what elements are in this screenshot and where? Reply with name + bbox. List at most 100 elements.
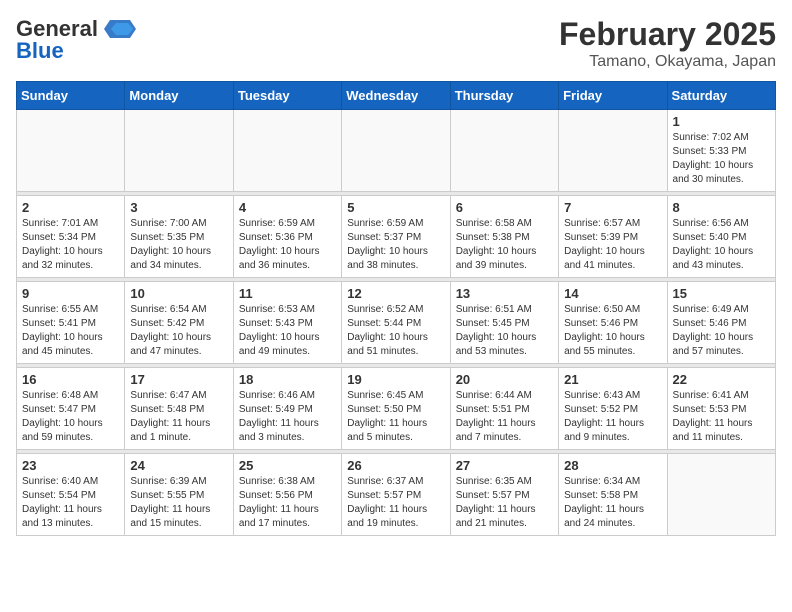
calendar-cell: 25 Sunrise: 6:38 AM Sunset: 5:56 PM Dayli… <box>233 454 341 536</box>
logo-blue-text: Blue <box>16 38 64 64</box>
calendar-cell: 5 Sunrise: 6:59 AM Sunset: 5:37 PM Daylig… <box>342 196 450 278</box>
calendar-cell: 23Sunrise: 6:40 AM Sunset: 5:54 PM Dayli… <box>17 454 125 536</box>
day-info: Sunrise: 6:58 AM Sunset: 5:38 PM Dayligh… <box>456 217 553 273</box>
calendar-cell: 21Sunrise: 6:43 AM Sunset: 5:52 PM Dayli… <box>559 368 667 450</box>
day-number: 4 <box>239 200 336 215</box>
calendar-cell: 1Sunrise: 7:02 AM Sunset: 5:33 PM Daylig… <box>667 110 775 192</box>
calendar-cell: 8 Sunrise: 6:56 AM Sunset: 5:40 PM Daylig… <box>667 196 775 278</box>
day-info: Sunrise: 6:37 AM Sunset: 5:57 PM Dayligh… <box>347 475 444 531</box>
calendar-week-2: 2Sunrise: 7:01 AM Sunset: 5:34 PM Daylig… <box>17 196 776 278</box>
day-info: Sunrise: 6:34 AM Sunset: 5:58 PM Dayligh… <box>564 475 661 531</box>
day-number: 13 <box>456 286 553 301</box>
title-block: February 2025 Tamano, Okayama, Japan <box>559 16 776 71</box>
calendar-cell <box>559 110 667 192</box>
day-info: Sunrise: 6:35 AM Sunset: 5:57 PM Dayligh… <box>456 475 553 531</box>
day-number: 5 <box>347 200 444 215</box>
day-number: 15 <box>673 286 770 301</box>
day-number: 27 <box>456 458 553 473</box>
calendar-cell: 3 Sunrise: 7:00 AM Sunset: 5:35 PM Daylig… <box>125 196 233 278</box>
location: Tamano, Okayama, Japan <box>559 53 776 71</box>
calendar-cell: 28 Sunrise: 6:34 AM Sunset: 5:58 PM Dayli… <box>559 454 667 536</box>
day-info: Sunrise: 6:51 AM Sunset: 5:45 PM Dayligh… <box>456 303 553 359</box>
day-info: Sunrise: 6:56 AM Sunset: 5:40 PM Dayligh… <box>673 217 770 273</box>
day-number: 16 <box>22 372 119 387</box>
day-info: Sunrise: 6:57 AM Sunset: 5:39 PM Dayligh… <box>564 217 661 273</box>
weekday-header-wednesday: Wednesday <box>342 82 450 110</box>
calendar-cell: 4 Sunrise: 6:59 AM Sunset: 5:36 PM Daylig… <box>233 196 341 278</box>
day-number: 11 <box>239 286 336 301</box>
calendar-cell: 24 Sunrise: 6:39 AM Sunset: 5:55 PM Dayli… <box>125 454 233 536</box>
day-number: 9 <box>22 286 119 301</box>
calendar-cell: 20Sunrise: 6:44 AM Sunset: 5:51 PM Dayli… <box>450 368 558 450</box>
logo-icon <box>100 18 136 40</box>
day-number: 23 <box>22 458 119 473</box>
weekday-header-friday: Friday <box>559 82 667 110</box>
weekday-header-monday: Monday <box>125 82 233 110</box>
weekday-header-saturday: Saturday <box>667 82 775 110</box>
day-info: Sunrise: 6:55 AM Sunset: 5:41 PM Dayligh… <box>22 303 119 359</box>
day-info: Sunrise: 6:53 AM Sunset: 5:43 PM Dayligh… <box>239 303 336 359</box>
calendar-cell: 22 Sunrise: 6:41 AM Sunset: 5:53 PM Dayli… <box>667 368 775 450</box>
calendar-cell: 19 Sunrise: 6:45 AM Sunset: 5:50 PM Dayli… <box>342 368 450 450</box>
day-number: 7 <box>564 200 661 215</box>
calendar-cell: 12 Sunrise: 6:52 AM Sunset: 5:44 PM Dayli… <box>342 282 450 364</box>
calendar-cell: 15 Sunrise: 6:49 AM Sunset: 5:46 PM Dayli… <box>667 282 775 364</box>
day-info: Sunrise: 6:59 AM Sunset: 5:36 PM Dayligh… <box>239 217 336 273</box>
calendar-cell: 7 Sunrise: 6:57 AM Sunset: 5:39 PM Daylig… <box>559 196 667 278</box>
day-info: Sunrise: 6:48 AM Sunset: 5:47 PM Dayligh… <box>22 389 119 445</box>
day-number: 10 <box>130 286 227 301</box>
day-info: Sunrise: 6:50 AM Sunset: 5:46 PM Dayligh… <box>564 303 661 359</box>
day-number: 3 <box>130 200 227 215</box>
calendar-header-row: SundayMondayTuesdayWednesdayThursdayFrid… <box>17 82 776 110</box>
calendar-cell: 27 Sunrise: 6:35 AM Sunset: 5:57 PM Dayli… <box>450 454 558 536</box>
calendar-week-1: 1Sunrise: 7:02 AM Sunset: 5:33 PM Daylig… <box>17 110 776 192</box>
day-number: 17 <box>130 372 227 387</box>
calendar-cell <box>450 110 558 192</box>
calendar-cell <box>125 110 233 192</box>
month-year: February 2025 <box>559 16 776 53</box>
calendar-cell: 17 Sunrise: 6:47 AM Sunset: 5:48 PM Dayli… <box>125 368 233 450</box>
day-number: 8 <box>673 200 770 215</box>
calendar-cell: 14Sunrise: 6:50 AM Sunset: 5:46 PM Dayli… <box>559 282 667 364</box>
day-number: 19 <box>347 372 444 387</box>
calendar-cell <box>667 454 775 536</box>
calendar-cell: 26 Sunrise: 6:37 AM Sunset: 5:57 PM Dayli… <box>342 454 450 536</box>
calendar-cell: 6 Sunrise: 6:58 AM Sunset: 5:38 PM Daylig… <box>450 196 558 278</box>
day-info: Sunrise: 6:44 AM Sunset: 5:51 PM Dayligh… <box>456 389 553 445</box>
calendar-cell: 9 Sunrise: 6:55 AM Sunset: 5:41 PM Daylig… <box>17 282 125 364</box>
page-header: General Blue February 2025 Tamano, Okaya… <box>16 16 776 71</box>
calendar-week-4: 16 Sunrise: 6:48 AM Sunset: 5:47 PM Dayli… <box>17 368 776 450</box>
calendar-week-5: 23Sunrise: 6:40 AM Sunset: 5:54 PM Dayli… <box>17 454 776 536</box>
day-info: Sunrise: 6:49 AM Sunset: 5:46 PM Dayligh… <box>673 303 770 359</box>
calendar-cell: 11 Sunrise: 6:53 AM Sunset: 5:43 PM Dayli… <box>233 282 341 364</box>
day-number: 26 <box>347 458 444 473</box>
day-number: 25 <box>239 458 336 473</box>
day-info: Sunrise: 6:41 AM Sunset: 5:53 PM Dayligh… <box>673 389 770 445</box>
day-number: 24 <box>130 458 227 473</box>
day-info: Sunrise: 6:39 AM Sunset: 5:55 PM Dayligh… <box>130 475 227 531</box>
calendar-cell: 2Sunrise: 7:01 AM Sunset: 5:34 PM Daylig… <box>17 196 125 278</box>
day-number: 22 <box>673 372 770 387</box>
day-number: 28 <box>564 458 661 473</box>
day-info: Sunrise: 7:00 AM Sunset: 5:35 PM Dayligh… <box>130 217 227 273</box>
day-info: Sunrise: 6:45 AM Sunset: 5:50 PM Dayligh… <box>347 389 444 445</box>
day-info: Sunrise: 6:54 AM Sunset: 5:42 PM Dayligh… <box>130 303 227 359</box>
day-info: Sunrise: 6:59 AM Sunset: 5:37 PM Dayligh… <box>347 217 444 273</box>
weekday-header-thursday: Thursday <box>450 82 558 110</box>
day-number: 18 <box>239 372 336 387</box>
calendar-cell: 16 Sunrise: 6:48 AM Sunset: 5:47 PM Dayli… <box>17 368 125 450</box>
day-number: 21 <box>564 372 661 387</box>
day-info: Sunrise: 6:52 AM Sunset: 5:44 PM Dayligh… <box>347 303 444 359</box>
weekday-header-tuesday: Tuesday <box>233 82 341 110</box>
calendar-week-3: 9 Sunrise: 6:55 AM Sunset: 5:41 PM Daylig… <box>17 282 776 364</box>
day-info: Sunrise: 6:46 AM Sunset: 5:49 PM Dayligh… <box>239 389 336 445</box>
calendar-cell <box>342 110 450 192</box>
day-info: Sunrise: 6:38 AM Sunset: 5:56 PM Dayligh… <box>239 475 336 531</box>
day-number: 6 <box>456 200 553 215</box>
weekday-header-sunday: Sunday <box>17 82 125 110</box>
day-number: 12 <box>347 286 444 301</box>
day-info: Sunrise: 7:01 AM Sunset: 5:34 PM Dayligh… <box>22 217 119 273</box>
calendar-cell <box>233 110 341 192</box>
calendar-cell <box>17 110 125 192</box>
day-info: Sunrise: 6:47 AM Sunset: 5:48 PM Dayligh… <box>130 389 227 445</box>
